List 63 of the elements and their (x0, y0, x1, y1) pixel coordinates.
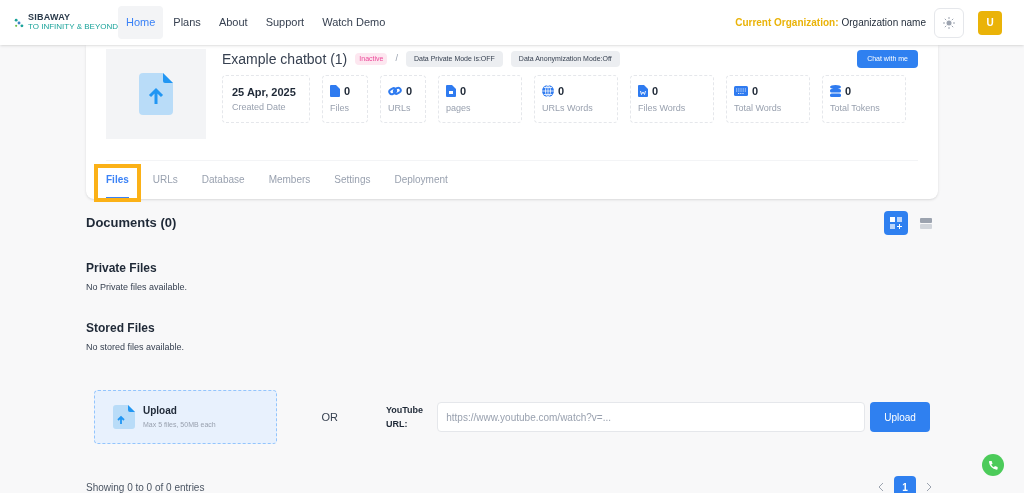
stat-value: 0 (845, 84, 852, 99)
nav-link[interactable]: Home (118, 6, 164, 39)
link-icon (388, 85, 402, 98)
list-icon (920, 217, 932, 229)
separator: / (395, 52, 398, 66)
next-page-icon[interactable] (926, 482, 932, 492)
entries-info: Showing 0 to 0 of 0 entries (86, 480, 205, 493)
keyboard-icon (734, 86, 748, 97)
database-icon (830, 85, 841, 98)
grid-view-button[interactable] (884, 211, 908, 235)
documents-heading: Documents (0) (86, 214, 177, 233)
globe-icon (542, 85, 554, 98)
youtube-url-label: YouTube URL: (385, 404, 425, 431)
stat-label: Total Tokens (830, 101, 881, 115)
logo-text: SIBAWAY (28, 13, 72, 22)
nav-link[interactable]: Watch Demo (314, 6, 394, 39)
tab[interactable]: Members (268, 161, 311, 199)
stat-label: Files Words (638, 101, 687, 115)
section-heading: Stored Files (86, 319, 156, 337)
page-button[interactable]: 1 (894, 476, 916, 493)
tab[interactable]: Files (106, 161, 129, 199)
stat-value: 0 (752, 84, 759, 99)
stat-value: 0 (406, 84, 413, 99)
stat-value: 0 (460, 84, 467, 99)
phone-icon (987, 459, 999, 471)
tab[interactable]: Settings (334, 161, 371, 199)
upload-button[interactable]: Upload (870, 402, 930, 432)
stat-label: Created Date (232, 100, 287, 114)
word-file-icon (638, 85, 648, 98)
empty-message: No Private files available. (86, 281, 189, 294)
theme-toggle-button[interactable] (934, 7, 964, 38)
stat-value: 0 (344, 84, 351, 99)
stat-label: URLs Words (542, 101, 594, 115)
or-text: OR (321, 409, 338, 425)
section-heading: Private Files (86, 260, 158, 277)
stat-value: 0 (652, 84, 659, 99)
file-icon (330, 85, 340, 98)
organization-name: Organization name (841, 16, 926, 30)
stat-value: 25 Apr, 2025 (232, 85, 297, 100)
logo-tagline: TO INFINITY & BEYOND (28, 22, 118, 32)
file-upload-icon (139, 73, 173, 115)
stat-label: pages (446, 101, 472, 115)
nav-link[interactable]: About (210, 6, 256, 39)
document-icon (446, 85, 456, 98)
organization-label: Current Organization: (735, 16, 839, 30)
stat-label: Files (330, 101, 350, 115)
empty-message: No stored files available. (86, 340, 186, 354)
stat-label: URLs (388, 101, 412, 115)
tab[interactable]: URLs (152, 161, 178, 199)
nav-link[interactable]: Plans (165, 6, 209, 39)
tab[interactable]: Database (201, 161, 245, 199)
stat-value: 0 (558, 84, 565, 99)
stat-label: Total Words (734, 101, 783, 115)
file-upload-icon (113, 405, 135, 429)
whatsapp-button[interactable] (982, 454, 1004, 476)
grid-icon (890, 217, 902, 229)
sun-icon (943, 16, 955, 29)
upload-title: Upload (143, 404, 178, 419)
previous-page-icon[interactable] (878, 482, 884, 492)
nav-link[interactable]: Support (257, 6, 313, 39)
youtube-url-field[interactable]: https://www.youtube.com/watch?v=... (437, 402, 866, 432)
chatbot-title: Example chatbot (1) (222, 49, 348, 69)
tab[interactable]: Deployment (394, 161, 448, 199)
